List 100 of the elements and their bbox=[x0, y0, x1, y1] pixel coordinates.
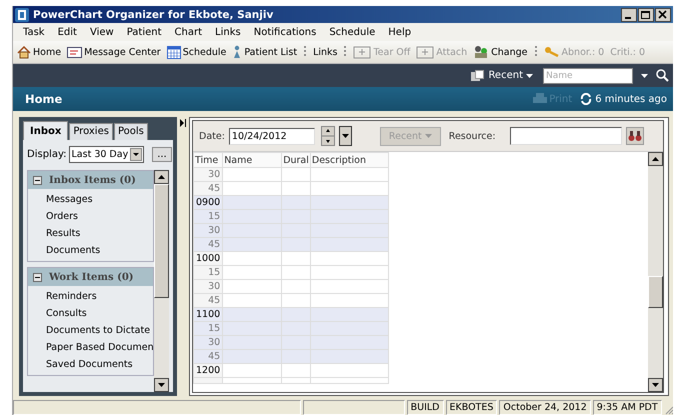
list-item[interactable]: Orders bbox=[28, 208, 153, 225]
scroll-down-icon[interactable] bbox=[154, 378, 169, 392]
toolbar-grip-icon bbox=[343, 45, 348, 59]
section-header[interactable]: Inbox Items (0) bbox=[28, 171, 153, 189]
binoculars-icon[interactable] bbox=[626, 127, 644, 145]
column-header[interactable]: Time bbox=[194, 152, 223, 168]
refresh-icon bbox=[580, 93, 592, 105]
frame-icon bbox=[416, 46, 434, 58]
toolbar-grip-icon bbox=[303, 45, 308, 59]
display-label: Display: bbox=[27, 149, 67, 160]
toolbar-button[interactable]: Message Center bbox=[67, 46, 161, 58]
time-cell: 45 bbox=[194, 350, 223, 364]
toolbar-button[interactable]: Change bbox=[473, 45, 528, 59]
date-field[interactable]: 10/24/2012 bbox=[228, 128, 315, 144]
time-cell: 1000 bbox=[194, 252, 223, 266]
list-item[interactable]: Documents to Dictate bbox=[28, 322, 153, 339]
frame-icon bbox=[353, 46, 372, 58]
spin-buttons[interactable] bbox=[320, 126, 335, 146]
printer-icon bbox=[533, 93, 548, 105]
time-cell: 15 bbox=[194, 322, 223, 336]
time-cell: 30 bbox=[194, 224, 223, 238]
more-button[interactable]: ... bbox=[152, 147, 172, 162]
menu-item[interactable]: Links bbox=[215, 26, 241, 38]
house-icon bbox=[17, 46, 31, 58]
list-item[interactable]: Paper Based Documen bbox=[28, 339, 153, 356]
toolbar-button[interactable]: Home bbox=[17, 46, 62, 58]
menu-item[interactable]: Help bbox=[388, 26, 412, 38]
time-cell: 30 bbox=[194, 336, 223, 350]
tab[interactable]: Pools bbox=[114, 123, 148, 140]
column-header[interactable]: Name bbox=[222, 152, 282, 168]
person-icon bbox=[232, 45, 242, 59]
time-cell: 15 bbox=[194, 210, 223, 224]
time-cell: 1100 bbox=[194, 308, 223, 322]
tab[interactable]: Inbox bbox=[23, 121, 68, 140]
toolbar-button[interactable]: Links bbox=[313, 46, 338, 58]
list-item[interactable]: Saved Documents bbox=[28, 356, 153, 373]
resource-field[interactable] bbox=[510, 127, 622, 145]
scroll-thumb[interactable] bbox=[648, 276, 663, 308]
time-cell: 45 bbox=[194, 238, 223, 252]
time-cell: 45 bbox=[194, 182, 223, 196]
close-icon[interactable] bbox=[655, 8, 671, 22]
scrollbar[interactable] bbox=[648, 152, 663, 392]
scroll-down-icon[interactable] bbox=[648, 378, 663, 392]
time-cell: 30 bbox=[194, 168, 223, 182]
tab[interactable]: Proxies bbox=[69, 123, 113, 140]
display-dropdown[interactable]: Last 30 Day bbox=[68, 146, 144, 163]
page-title: Home bbox=[25, 92, 64, 106]
time-cell: 0900 bbox=[194, 196, 223, 210]
caret-icon bbox=[424, 134, 432, 138]
section-header[interactable]: Work Items (0) bbox=[28, 268, 153, 286]
time-cell: 30 bbox=[194, 280, 223, 294]
menu-item[interactable]: Notifications bbox=[254, 26, 316, 38]
minimize-icon[interactable] bbox=[621, 8, 637, 22]
collapse-icon[interactable] bbox=[33, 272, 42, 282]
list-item[interactable]: Documents bbox=[28, 242, 153, 259]
column-header[interactable]: Description bbox=[310, 152, 388, 168]
time-cell: 15 bbox=[194, 266, 223, 280]
scroll-thumb[interactable] bbox=[154, 184, 169, 298]
caret-icon[interactable] bbox=[641, 74, 648, 78]
toolbar-button[interactable]: Schedule bbox=[166, 46, 226, 58]
toolbar-grip-icon bbox=[534, 45, 538, 59]
column-header[interactable]: Dural bbox=[282, 152, 310, 168]
refresh-button[interactable]: 6 minutes ago bbox=[580, 93, 667, 105]
caret-icon bbox=[130, 148, 142, 161]
resize-grip-icon[interactable] bbox=[664, 405, 674, 415]
menu-item[interactable]: Edit bbox=[58, 26, 77, 38]
message-icon bbox=[67, 46, 82, 58]
toolbar-button[interactable]: Patient List bbox=[232, 45, 298, 59]
menu-item[interactable]: View bbox=[90, 26, 114, 38]
resource-label: Resource: bbox=[448, 130, 496, 142]
status-pane: EKBOTES bbox=[446, 400, 498, 415]
list-item[interactable]: Consults bbox=[28, 305, 153, 322]
list-item[interactable]: Results bbox=[28, 225, 153, 242]
menu-item[interactable]: Schedule bbox=[329, 26, 376, 38]
status-pane: 9:35 AM PDT bbox=[592, 400, 662, 415]
scrollbar[interactable] bbox=[154, 170, 169, 392]
list-item[interactable]: Messages bbox=[28, 191, 153, 208]
menu-item[interactable]: Chart bbox=[174, 26, 202, 38]
list-item[interactable]: Reminders bbox=[28, 288, 153, 305]
app-logo-icon bbox=[15, 8, 29, 22]
pages-icon bbox=[471, 70, 486, 82]
status-pane: BUILD bbox=[406, 400, 444, 415]
window-title: PowerChart Organizer for Ekbote, Sanjiv bbox=[33, 8, 274, 20]
collapse-arrow-icon[interactable] bbox=[180, 119, 186, 127]
time-cell: 45 bbox=[194, 294, 223, 308]
search-icon[interactable] bbox=[656, 69, 669, 82]
date-label: Date: bbox=[199, 130, 225, 142]
menu-item[interactable]: Task bbox=[23, 26, 45, 38]
patient-search-field[interactable]: Name bbox=[543, 68, 633, 84]
people-icon bbox=[473, 45, 490, 59]
caret-icon bbox=[526, 74, 533, 78]
collapse-icon[interactable] bbox=[33, 176, 42, 184]
menu-item[interactable]: Patient bbox=[126, 26, 162, 38]
status-pane: October 24, 2012 bbox=[499, 400, 591, 415]
calendar-dropdown[interactable] bbox=[338, 126, 352, 146]
scroll-up-icon[interactable] bbox=[648, 152, 663, 166]
key-icon bbox=[544, 46, 560, 58]
scroll-up-icon[interactable] bbox=[154, 170, 169, 184]
maximize-icon[interactable] bbox=[638, 8, 654, 22]
recent-dropdown[interactable]: Recent bbox=[471, 70, 533, 82]
